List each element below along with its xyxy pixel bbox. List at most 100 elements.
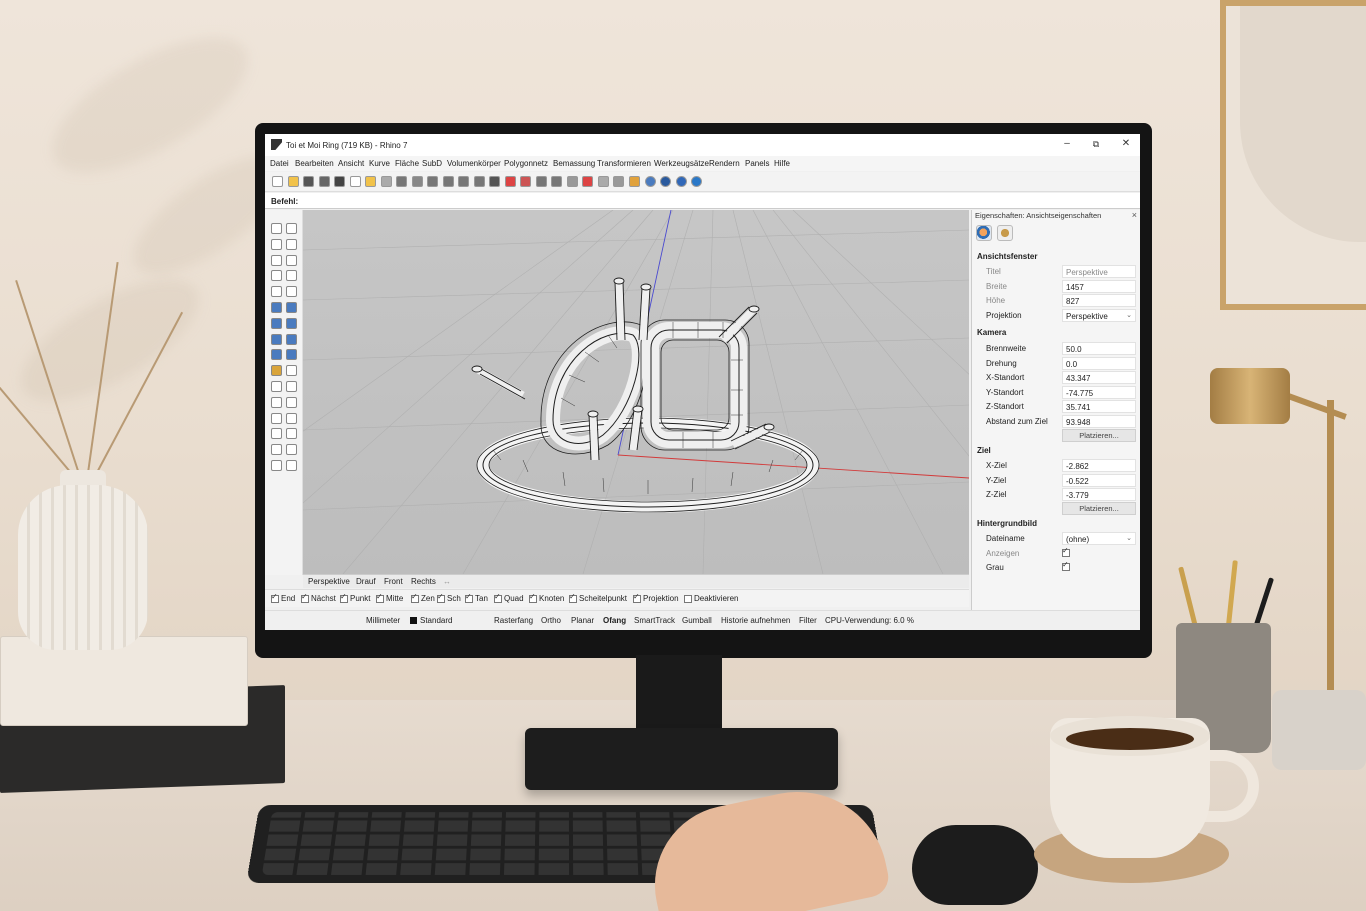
osnap-mitte[interactable]: Mitte <box>376 592 403 603</box>
x-ziel-field[interactable]: -2.862 <box>1062 459 1136 472</box>
smarttrack-toggle[interactable]: SmartTrack <box>634 616 675 625</box>
select-all-icon[interactable] <box>551 176 562 187</box>
boolean-icon[interactable] <box>286 349 297 361</box>
kamera-platzieren-button[interactable]: Platzieren... <box>1062 429 1136 442</box>
box-icon[interactable] <box>286 333 297 345</box>
rotate-view-icon[interactable] <box>473 176 485 187</box>
mirror-icon[interactable] <box>286 381 297 392</box>
tab-front[interactable]: Front <box>384 577 403 586</box>
osnap-scheitelpunkt[interactable]: Scheitelpunkt <box>569 592 627 603</box>
projektion-select[interactable]: Perspektive ⌄ <box>1062 309 1136 322</box>
surface-icon[interactable] <box>271 302 282 313</box>
command-input[interactable] <box>299 195 1129 207</box>
sphere-render-icon[interactable] <box>675 176 687 187</box>
x-standort-field[interactable]: 43.347 <box>1062 371 1136 384</box>
tab-rechts[interactable]: Rechts <box>411 577 436 586</box>
y-ziel-field[interactable]: -0.522 <box>1062 474 1136 487</box>
pan-icon[interactable] <box>396 176 407 187</box>
rasterfang-toggle[interactable]: Rasterfang <box>494 616 533 625</box>
arc-icon[interactable] <box>286 270 297 282</box>
osnap-zen[interactable]: Zen <box>411 592 435 603</box>
close-button[interactable]: ✕ <box>1119 138 1133 150</box>
select-points-icon[interactable] <box>286 223 297 234</box>
osnap-checkbox[interactable] <box>684 594 692 603</box>
osnap-checkbox[interactable] <box>529 592 537 603</box>
print-icon[interactable] <box>318 176 330 187</box>
rotate-icon[interactable] <box>286 365 297 377</box>
osnap-checkbox[interactable] <box>633 592 641 603</box>
curvature-icon[interactable] <box>286 428 297 440</box>
menu-bemassung[interactable]: Bemassung <box>553 159 595 168</box>
helix-icon[interactable] <box>286 286 297 298</box>
cut-icon[interactable] <box>380 176 392 187</box>
osnap-checkbox[interactable] <box>411 592 419 603</box>
osnap-checkbox[interactable] <box>301 592 309 603</box>
circle-icon[interactable] <box>271 270 282 282</box>
revolve-icon[interactable] <box>286 317 297 329</box>
osnap-checkbox[interactable] <box>340 592 348 603</box>
zoom-window-icon[interactable] <box>427 176 438 187</box>
pencil-icon[interactable] <box>286 460 297 471</box>
loft-icon[interactable] <box>286 302 297 313</box>
menu-hilfe[interactable]: Hilfe <box>774 159 790 168</box>
display-mode-icon[interactable] <box>997 225 1013 241</box>
menu-bearbeiten[interactable]: Bearbeiten <box>295 159 334 168</box>
curve-icon[interactable] <box>286 238 297 250</box>
menu-panels[interactable]: Panels <box>745 159 769 168</box>
rectangle-icon[interactable] <box>271 254 282 266</box>
display-mode-icon[interactable] <box>597 176 609 187</box>
osnap-deaktivieren[interactable]: Deaktivieren <box>684 594 738 603</box>
hide-icon[interactable] <box>504 176 516 187</box>
osnap-punkt[interactable]: Punkt <box>340 592 370 603</box>
layer-icon[interactable] <box>535 176 547 187</box>
paste-icon[interactable] <box>365 176 376 187</box>
copy-icon[interactable] <box>349 176 361 187</box>
menu-subd[interactable]: SubD <box>422 159 442 168</box>
zoom-extents-icon[interactable] <box>442 176 454 187</box>
y-standort-field[interactable]: -74.775 <box>1062 386 1136 399</box>
four-views-icon[interactable] <box>489 176 500 187</box>
render-mesh-icon[interactable] <box>271 444 282 456</box>
osnap-projektion[interactable]: Projektion <box>633 592 679 603</box>
zoom-selected-icon[interactable] <box>458 176 469 187</box>
minimize-button[interactable]: – <box>1060 138 1074 150</box>
historie-toggle[interactable]: Historie aufnehmen <box>721 616 790 625</box>
menu-volumenkoerper[interactable]: Volumenkörper <box>447 159 501 168</box>
ofang-toggle[interactable]: Ofang <box>603 616 626 625</box>
lock-icon[interactable] <box>520 176 531 187</box>
z-standort-field[interactable]: 35.741 <box>1062 400 1136 413</box>
osnap-checkbox[interactable] <box>494 592 502 603</box>
ortho-toggle[interactable]: Ortho <box>541 616 561 625</box>
text-icon[interactable] <box>286 412 297 424</box>
menu-polygonnetz[interactable]: Polygonnetz <box>504 159 548 168</box>
paint-icon[interactable] <box>286 444 297 456</box>
array-icon[interactable] <box>271 396 282 408</box>
anzeigen-checkbox[interactable] <box>1062 546 1070 557</box>
osnap-quad[interactable]: Quad <box>494 592 524 603</box>
z-ziel-field[interactable]: -3.779 <box>1062 488 1136 501</box>
viewport-properties-icon[interactable] <box>976 225 992 241</box>
ellipse-icon[interactable] <box>271 286 282 298</box>
drehung-field[interactable]: 0.0 <box>1062 357 1136 370</box>
zebra-icon[interactable] <box>271 460 282 471</box>
select-arrow-icon[interactable] <box>271 223 282 234</box>
osnap-sch[interactable]: Sch <box>437 592 461 603</box>
render-icon[interactable] <box>582 176 593 187</box>
osnap-checkbox[interactable] <box>437 592 445 603</box>
layer-indicator[interactable]: Standard <box>410 616 452 625</box>
osnap-end[interactable]: End <box>271 592 295 603</box>
gumball-toggle[interactable]: Gumball <box>682 616 712 625</box>
menu-werkzeugsaetze[interactable]: Werkzeugsätze <box>654 159 709 168</box>
osnap-checkbox[interactable] <box>271 592 279 603</box>
menu-ansicht[interactable]: Ansicht <box>338 159 364 168</box>
menu-flaeche[interactable]: Fläche <box>395 159 419 168</box>
restore-button[interactable]: ⧉ <box>1089 138 1103 150</box>
analyze-icon[interactable] <box>271 428 282 440</box>
menu-transformieren[interactable]: Transformieren <box>597 159 651 168</box>
osnap-checkbox[interactable] <box>376 592 384 603</box>
planar-toggle[interactable]: Planar <box>571 616 594 625</box>
dateiname-select[interactable]: (ohne) ⌄ <box>1062 532 1136 545</box>
undo-icon[interactable] <box>334 176 345 187</box>
ziel-platzieren-button[interactable]: Platzieren... <box>1062 502 1136 515</box>
tab-perspektive[interactable]: Perspektive <box>308 577 350 586</box>
